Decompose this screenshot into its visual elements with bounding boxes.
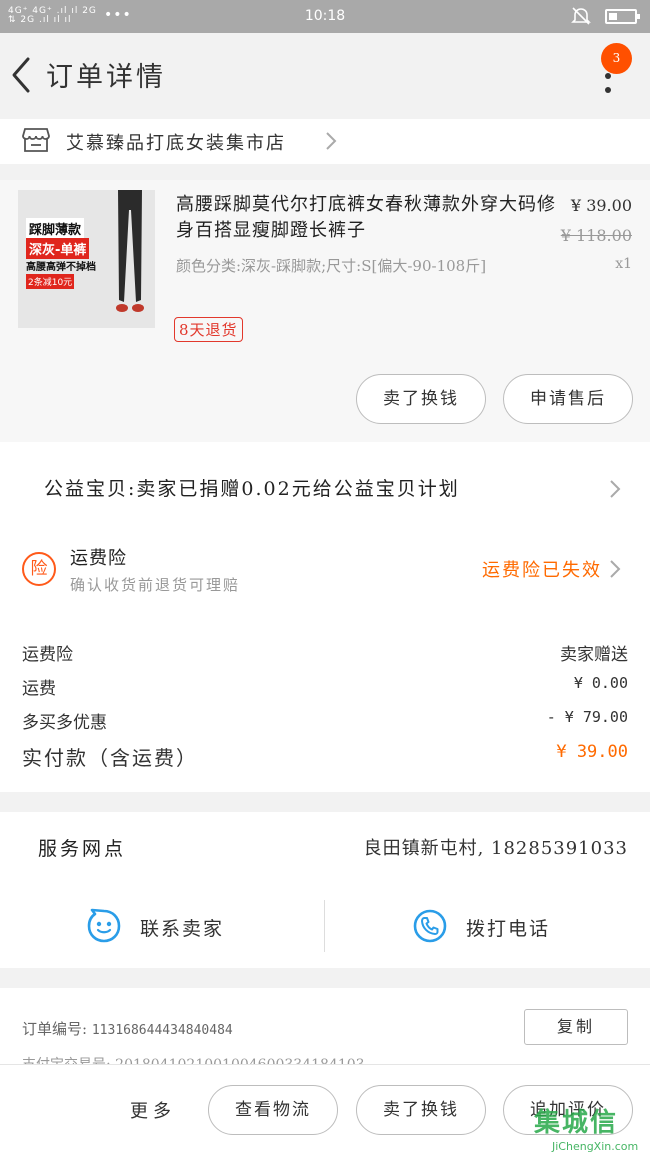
product-original-price: ¥ 118.00: [560, 226, 632, 245]
total-value: ¥ 39.00: [556, 742, 628, 762]
clock: 10:18: [304, 8, 346, 24]
product-price: ¥ 39.00: [570, 196, 632, 215]
insurance-title: 运费险: [70, 548, 127, 569]
thumb-text-4: 2条减10元: [26, 274, 75, 289]
fee-value: - ¥ 79.00: [546, 708, 628, 726]
fee-label: 运费: [22, 679, 56, 699]
call-phone-button[interactable]: 拨打电话: [412, 908, 582, 948]
view-logistics-button[interactable]: 查看物流: [208, 1085, 338, 1135]
back-arrow-icon[interactable]: [6, 53, 36, 97]
service-point-label: 服务网点: [38, 838, 127, 860]
contact-seller-button[interactable]: 联系卖家: [86, 908, 256, 948]
divider: [324, 900, 325, 952]
insurance-icon: 险: [22, 552, 56, 586]
copy-button[interactable]: 复制: [524, 1009, 628, 1045]
insurance-status[interactable]: 运费险已失效: [482, 556, 602, 582]
product-quantity: x1: [615, 256, 632, 272]
contact-seller-label: 联系卖家: [140, 918, 225, 940]
phone-icon: [413, 909, 447, 943]
payment-number-partial: 支付宝交易号: 2018041021001004600334184103: [22, 1054, 382, 1064]
chat-face-icon: [87, 908, 121, 943]
product-title[interactable]: 高腰踩脚莫代尔打底裤女春秋薄款外穿大码修身百搭显瘦脚蹬长裤子: [176, 192, 556, 244]
more-button[interactable]: 更多: [130, 1097, 176, 1123]
page-header: 订单详情 3: [0, 33, 650, 119]
shop-name[interactable]: 艾慕臻品打底女装集市店: [66, 129, 286, 155]
page-title: 订单详情: [46, 62, 166, 93]
thumb-text-1: 踩脚薄款: [26, 218, 85, 239]
status-bar: 4G⁺ 4G⁺ .ıl ıl 2G ⇅ 2G .ıl ıl ıl ••• 10:…: [0, 0, 650, 33]
after-sale-button[interactable]: 申请售后: [503, 374, 633, 424]
service-point-value: 良田镇新屯村, 18285391033: [363, 838, 628, 859]
mute-bell-icon: [571, 7, 591, 25]
leggings-image: [116, 190, 144, 312]
thumb-text-2: 深灰-单裤: [26, 238, 90, 259]
return-policy-tag: 8天退货: [174, 317, 243, 342]
order-number-value: 113168644434840484: [91, 1023, 233, 1038]
fee-value: ¥ 0.00: [573, 674, 628, 692]
order-info-section: 订单编号: 113168644434840484 复制 支付宝交易号: 2018…: [0, 988, 650, 1064]
product-thumbnail[interactable]: 踩脚薄款 深灰-单裤 高腰高弹不掉档 2条减10元: [18, 190, 155, 328]
chevron-right-icon: [610, 560, 621, 578]
store-icon: [22, 128, 50, 152]
order-number-label: 订单编号:: [22, 1020, 88, 1038]
chevron-right-icon: [610, 480, 621, 498]
product-sku: 颜色分类:深灰-踩脚款;尺寸:S[偏大-90-108斤]: [176, 257, 487, 275]
sell-back-button[interactable]: 卖了换钱: [356, 374, 486, 424]
fee-label: 多买多优惠: [22, 713, 107, 733]
fee-label: 运费险: [22, 645, 73, 665]
more-options-icon[interactable]: [596, 66, 620, 98]
fee-value: 卖家赠送: [560, 645, 628, 665]
shop-row[interactable]: 艾慕臻品打底女装集市店: [0, 119, 650, 164]
call-phone-label: 拨打电话: [466, 918, 551, 940]
battery-icon: [605, 9, 640, 24]
thumb-text-3: 高腰高弹不掉档: [26, 262, 96, 273]
charity-insurance-section: 公益宝贝:卖家已捐赠0.02元给公益宝贝计划 险 运费险 确认收货前退货可理赔 …: [0, 442, 650, 594]
site-watermark: 集城信 JiChengXin.com: [532, 1102, 650, 1155]
watermark-logo-text: 集城信: [534, 1108, 619, 1138]
charity-text[interactable]: 公益宝贝:卖家已捐赠0.02元给公益宝贝计划: [44, 474, 460, 501]
watermark-url: JiChengXin.com: [552, 1140, 639, 1153]
order-number: 订单编号: 113168644434840484: [22, 1018, 233, 1039]
fees-section: 运费险 卖家赠送 运费 ¥ 0.00 多买多优惠 - ¥ 79.00 实付款（含…: [0, 592, 650, 792]
total-label: 实付款（含运费）: [22, 746, 198, 770]
product-item[interactable]: 踩脚薄款 深灰-单裤 高腰高弹不掉档 2条减10元 高腰踩脚莫代尔打底裤女春秋薄…: [0, 180, 650, 442]
chevron-right-icon: [326, 132, 337, 150]
service-section: 服务网点 良田镇新屯村, 18285391033 联系卖家 拨打电话: [0, 812, 650, 968]
sell-back-button-bottom[interactable]: 卖了换钱: [356, 1085, 486, 1135]
